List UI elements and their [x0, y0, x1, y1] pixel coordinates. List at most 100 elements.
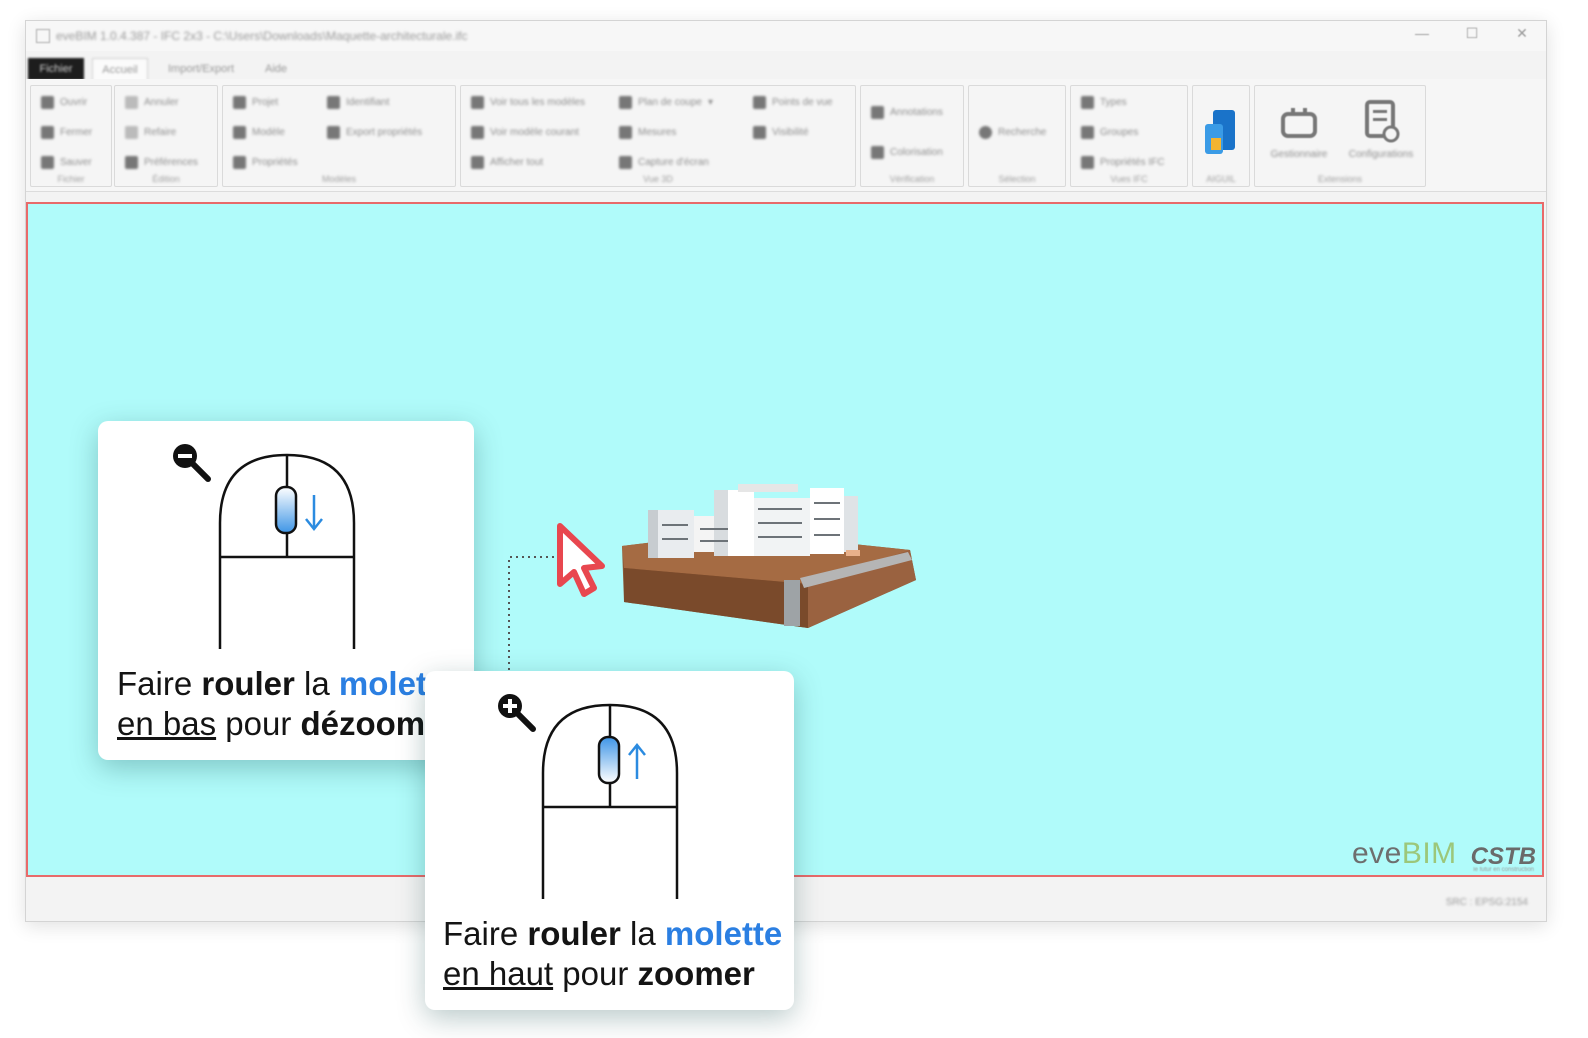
tab-accueil[interactable]: Accueil: [92, 58, 148, 81]
group-label: Sélection: [998, 174, 1036, 184]
window-title: eveBIM 1.0.4.387 - IFC 2x3 - C:\Users\Do…: [56, 29, 468, 43]
zoom-out-line-2: en bas pour dézoomer: [117, 705, 457, 742]
groups-button[interactable]: Groupes: [1081, 126, 1138, 139]
configurations-icon: [1365, 100, 1400, 143]
ribbon-group-vue-3d: Voir tous les modèles Voir modèle couran…: [460, 85, 856, 187]
colorisation-button[interactable]: Colorisation: [871, 146, 943, 159]
save-icon: [41, 156, 54, 169]
tag-icon: [327, 96, 340, 109]
redo-button[interactable]: Refaire: [125, 126, 176, 139]
palette-icon: [871, 146, 884, 159]
close-icon: [41, 126, 54, 139]
undo-icon: [125, 96, 138, 109]
export-properties-button[interactable]: Export propriétés: [327, 126, 422, 139]
types-icon: [1081, 96, 1094, 109]
open-button[interactable]: Ouvrir: [41, 96, 87, 109]
minimize-button[interactable]: —: [1408, 25, 1436, 42]
configurations-button[interactable]: Configurations: [1347, 98, 1415, 164]
evebim-logo: eveBIM: [1351, 837, 1457, 870]
visibility-button[interactable]: Visibilité: [753, 126, 809, 139]
annotations-button[interactable]: Annotations: [871, 106, 943, 119]
close-button[interactable]: ✕: [1508, 25, 1536, 42]
ribbon: Ouvrir Fermer Sauver Fichier Annuler Ref…: [26, 79, 1546, 192]
app-icon: [36, 29, 50, 43]
zoom-out-line-1: Faire rouler la molette: [117, 665, 457, 702]
group-label: AIGUIL: [1206, 174, 1236, 184]
screenshot-button[interactable]: Capture d'écran: [619, 156, 709, 169]
ribbon-group-selection: Recherche Sélection: [968, 85, 1066, 187]
undo-button[interactable]: Annuler: [125, 96, 178, 109]
mouse-icon: [218, 453, 356, 649]
show-all-models-button[interactable]: Voir tous les modèles: [471, 96, 585, 109]
group-label: Vues IFC: [1110, 174, 1148, 184]
show-current-model-button[interactable]: Voir modèle courant: [471, 126, 579, 139]
groups-icon: [1081, 126, 1094, 139]
tab-import-export[interactable]: Import/Export: [156, 58, 246, 80]
show-all-button[interactable]: Afficher tout: [471, 156, 543, 169]
ribbon-group-edition: Annuler Refaire Préférences Édition: [114, 85, 218, 187]
ribbon-group-extensions: Gestionnaire Configurations Extensions: [1254, 85, 1426, 187]
search-button[interactable]: Recherche: [979, 126, 1046, 139]
tab-fichier[interactable]: Fichier: [28, 58, 84, 80]
model-eye-icon: [471, 126, 484, 139]
zoom-in-icon: [498, 694, 536, 732]
search-icon: [979, 126, 992, 139]
ribbon-group-vues-ifc: Types Groupes Propriétés IFC Vues IFC: [1070, 85, 1188, 187]
aiguil-button[interactable]: [1203, 108, 1237, 156]
window-controls: — ☐ ✕: [1408, 25, 1536, 42]
camera-icon: [619, 156, 632, 169]
project-button[interactable]: Projet: [233, 96, 278, 109]
model-button[interactable]: Modèle: [233, 126, 285, 139]
status-text: SRC : EPSG:2154: [1445, 897, 1528, 908]
cstb-tagline: le futur en construction: [1473, 867, 1534, 873]
visibility-icon: [753, 126, 766, 139]
types-button[interactable]: Types: [1081, 96, 1127, 109]
measures-button[interactable]: Mesures: [619, 126, 676, 139]
tab-aide[interactable]: Aide: [254, 58, 298, 80]
ifc-properties-icon: [1081, 156, 1094, 169]
models-icon: [471, 96, 484, 109]
gear-icon: [125, 156, 138, 169]
preferences-button[interactable]: Préférences: [125, 156, 198, 169]
chevron-down-icon: ▾: [707, 97, 713, 108]
viewpoint-icon: [753, 96, 766, 109]
group-label: Fichier: [57, 174, 85, 184]
project-icon: [233, 96, 246, 109]
ruler-icon: [619, 126, 632, 139]
maximize-button[interactable]: ☐: [1458, 25, 1486, 42]
zoom-in-line-1: Faire rouler la molette: [443, 915, 783, 952]
ribbon-group-verification: Annotations Colorisation Vérification: [860, 85, 964, 187]
save-button[interactable]: Sauver: [41, 156, 92, 169]
zoom-in-line-2: en haut pour zoomer: [443, 955, 755, 992]
open-icon: [41, 96, 54, 109]
zoom-out-instruction-card: Faire rouler la molette en bas pour dézo…: [98, 421, 474, 760]
manager-icon: [1281, 108, 1317, 138]
section-plane-icon: [619, 96, 632, 109]
evebim-cstb-logo: eveBIM CSTB le futur en construction: [1351, 837, 1536, 873]
group-label: Édition: [152, 174, 180, 184]
redo-icon: [125, 126, 138, 139]
properties-button[interactable]: Propriétés: [233, 156, 298, 169]
building-model: [622, 484, 916, 628]
group-label: Vue 3D: [643, 174, 673, 184]
identifier-button[interactable]: Identifiant: [327, 96, 389, 109]
section-plane-button[interactable]: Plan de coupe ▾: [619, 96, 713, 109]
group-label: Extensions: [1317, 174, 1363, 184]
viewpoints-button[interactable]: Points de vue: [753, 96, 833, 109]
manager-button[interactable]: Gestionnaire: [1269, 104, 1329, 164]
ribbon-group-aiguil: AIGUIL: [1192, 85, 1250, 187]
close-file-button[interactable]: Fermer: [41, 126, 92, 139]
group-label: Vérification: [889, 174, 935, 184]
ribbon-group-fichier: Ouvrir Fermer Sauver Fichier: [30, 85, 112, 187]
mouse-icon: [541, 703, 679, 899]
aiguil-icon: [1205, 110, 1235, 154]
ribbon-group-modeles: Projet Modèle Propriétés Identifiant Exp…: [222, 85, 456, 187]
group-label: Modèles: [321, 174, 357, 184]
zoom-in-instruction-card: Faire rouler la molette en haut pour zoo…: [425, 671, 794, 1010]
title-bar: eveBIM 1.0.4.387 - IFC 2x3 - C:\Users\Do…: [26, 21, 1546, 51]
annotation-icon: [871, 106, 884, 119]
properties-icon: [233, 156, 246, 169]
eye-icon: [471, 156, 484, 169]
ifc-properties-button[interactable]: Propriétés IFC: [1081, 156, 1164, 169]
zoom-out-icon: [173, 444, 211, 482]
